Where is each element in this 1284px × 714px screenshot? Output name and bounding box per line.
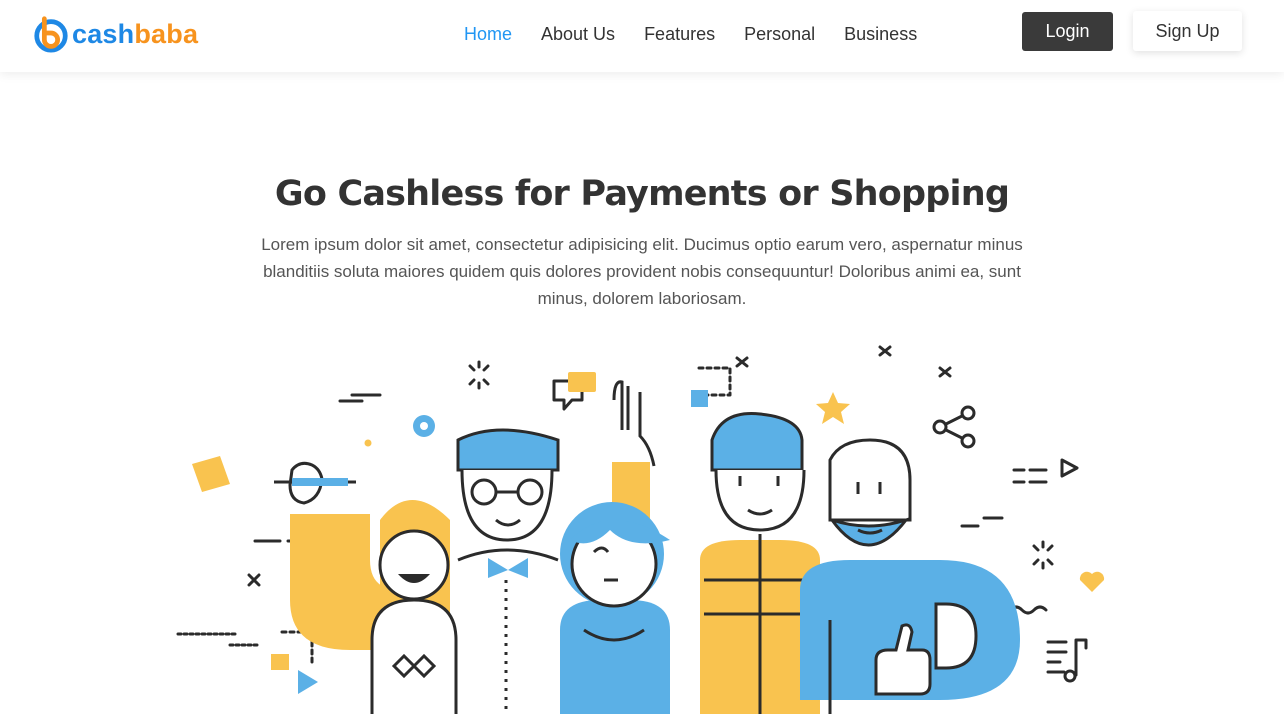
brand-name-part2: baba [134,18,199,49]
nav-features[interactable]: Features [644,23,715,45]
brand-name-part1: cash [72,18,135,49]
nav-business[interactable]: Business [844,23,917,45]
people-group-illustration [176,345,1105,714]
brand-logo[interactable]: cashbaba [32,14,198,54]
nav-personal[interactable]: Personal [744,23,815,45]
signup-button[interactable]: Sign Up [1133,11,1242,51]
hero-title: Go Cashless for Payments or Shopping [274,174,1010,214]
logo-icon [34,16,68,53]
brand-name: cashbaba [72,19,198,50]
hero-text: Lorem ipsum dolor sit amet, consectetur … [261,235,1023,308]
nav-home[interactable]: Home [464,23,512,45]
login-button[interactable]: Login [1022,12,1113,51]
nav-about-us[interactable]: About Us [541,23,615,45]
navbar: cashbaba Home About Us Features Personal… [0,0,1284,72]
main-nav: Home About Us Features Personal Business [464,23,946,45]
